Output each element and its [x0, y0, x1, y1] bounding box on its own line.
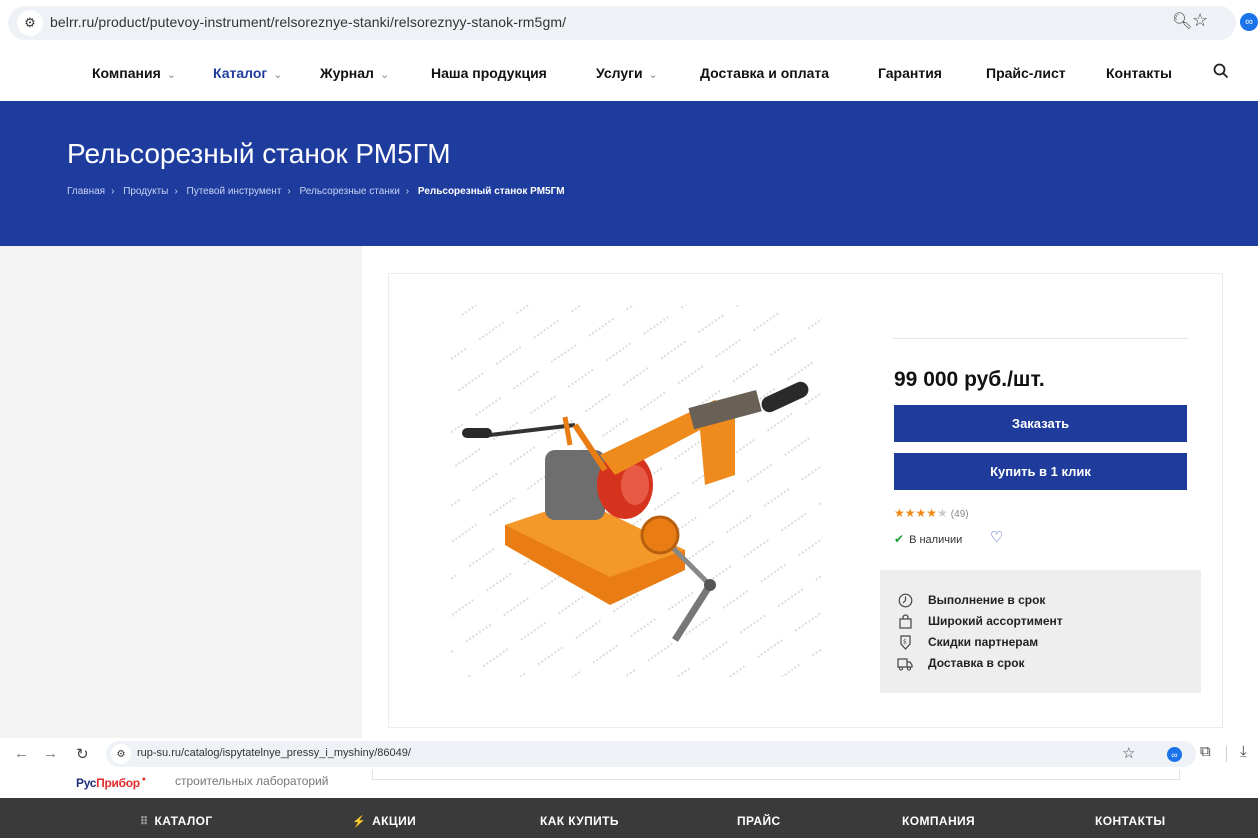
grid-menu-icon: ⠿ [140, 816, 149, 828]
site2-tagline: строительных лабораторий [175, 774, 329, 788]
clock-icon [897, 592, 913, 608]
site2-nav-price[interactable]: ПРАЙС [737, 814, 781, 828]
browser-toolbar: ⚙ belrr.ru/product/putevoy-instrument/re… [0, 0, 1258, 47]
page-hero: Рельсорезный станок РМ5ГМ Главная › Проду… [0, 101, 1258, 246]
breadcrumb-item[interactable]: Путевой инструмент [187, 186, 282, 197]
chevron-down-icon: ⌄ [166, 69, 176, 81]
bookmark-star-icon[interactable]: ☆ [1122, 744, 1135, 762]
nav-item-journal[interactable]: Журнал ⌄ [320, 65, 389, 81]
search-icon[interactable] [1213, 63, 1229, 84]
chevron-down-icon: ⌄ [379, 69, 390, 81]
nav-item-services[interactable]: Услуги ⌄ [596, 65, 658, 81]
lightning-icon: ⚡ [352, 816, 367, 828]
rating-count: (49) [950, 509, 969, 520]
zoom-icon[interactable]: 🔍︎ [1172, 11, 1192, 31]
extensions-puzzle-icon[interactable]: ⧉ [1200, 743, 1211, 760]
main-nav: Компания ⌄ Каталог ⌄ Журнал ⌄ Наша продукци… [0, 47, 1258, 101]
discount-tag-icon: $ [897, 634, 913, 650]
nav-item-catalog[interactable]: Каталог ⌄ [213, 65, 282, 81]
nav-item-company[interactable]: Компания ⌄ [92, 65, 176, 81]
star-empty-icon: ★ [937, 506, 948, 520]
address-url-2[interactable]: rup-su.ru/catalog/ispytatelnye_pressy_i_… [137, 747, 411, 759]
product-price: 99 000 руб./шт. [894, 368, 1045, 391]
order-button[interactable]: Заказать [894, 405, 1187, 442]
breadcrumb: Главная › Продукты › Путевой инструмент › Р… [67, 186, 565, 197]
nav-item-delivery[interactable]: Доставка и оплата [700, 65, 829, 81]
feature-item: Выполнение в срок [897, 592, 1045, 608]
nav-item-pricelist[interactable]: Прайс-лист [986, 65, 1066, 81]
extension-icon[interactable]: ∞ [1167, 747, 1182, 762]
search-box-edge [372, 770, 1180, 780]
site2-nav-company[interactable]: КОМПАНИЯ [902, 814, 975, 828]
site-info-icon[interactable]: ⚙ [17, 10, 43, 36]
favorite-heart-icon[interactable]: ♡ [990, 528, 1003, 546]
stock-label: В наличии [909, 534, 963, 546]
bookmark-star-icon[interactable]: ☆ [1192, 10, 1208, 31]
download-icon[interactable]: ⤓ [1240, 743, 1247, 760]
breadcrumb-item[interactable]: Главная [67, 186, 105, 197]
toolbar-divider [1226, 746, 1227, 762]
product-image[interactable] [450, 305, 822, 677]
browser-toolbar-2: ← → ↻ ⚙ rup-su.ru/catalog/ispytatelnye_p… [0, 738, 1258, 770]
extension-icon[interactable]: ∞ [1240, 13, 1258, 31]
checkmark-icon: ✔ [894, 532, 905, 546]
site2-nav-how-to-buy[interactable]: КАК КУПИТЬ [540, 814, 619, 828]
breadcrumb-item[interactable]: Продукты [123, 186, 168, 197]
svg-text:$: $ [903, 638, 907, 645]
feature-item: $ Скидки партнерам [897, 634, 1038, 650]
site-info-icon[interactable]: ⚙ [111, 744, 131, 764]
left-sidebar [0, 246, 362, 738]
delivery-truck-icon [897, 655, 913, 671]
site2-nav-promotions[interactable]: ⚡ АКЦИИ [352, 814, 416, 828]
site2-nav-contacts[interactable]: КОНТАКТЫ [1095, 814, 1165, 828]
nav-item-our-products[interactable]: Наша продукция [431, 65, 547, 81]
forward-arrow-icon[interactable]: → [43, 745, 58, 762]
divider [893, 338, 1188, 339]
feature-item: Широкий ассортимент [897, 613, 1063, 629]
page-title: Рельсорезный станок РМ5ГМ [67, 138, 451, 169]
feature-item: Доставка в срок [897, 655, 1025, 671]
site2-logo[interactable]: РусПрибор ● [76, 776, 146, 790]
breadcrumb-current: Рельсорезный станок РМ5ГМ [417, 186, 565, 197]
back-arrow-icon[interactable]: ← [14, 745, 29, 762]
address-url[interactable]: belrr.ru/product/putevoy-instrument/rels… [50, 14, 566, 30]
chevron-down-icon: ⌄ [273, 69, 283, 81]
site2-nav-catalog[interactable]: ⠿ КАТАЛОГ [140, 814, 213, 828]
star-filled-icon: ★★★★ [894, 506, 938, 520]
shopping-bag-icon [897, 613, 913, 629]
site2-nav: ⠿ КАТАЛОГ ⚡ АКЦИИ КАК КУПИТЬ ПРАЙС КОМПАНИ… [0, 798, 1258, 838]
nav-item-warranty[interactable]: Гарантия [878, 65, 942, 81]
chevron-down-icon: ⌄ [648, 69, 658, 81]
site2-header: РусПрибор ● строительных лабораторий [0, 770, 1258, 798]
buy-one-click-button[interactable]: Купить в 1 клик [894, 453, 1187, 490]
breadcrumb-item[interactable]: Рельсорезные станки [300, 186, 400, 197]
reload-icon[interactable]: ↻ [76, 745, 89, 763]
stock-status: ✔ В наличии [894, 532, 962, 546]
features-box: Выполнение в срок Широкий ассортимент $ … [880, 570, 1201, 693]
nav-item-contacts[interactable]: Контакты [1106, 65, 1172, 81]
product-rating[interactable]: ★★★★★ (49) [894, 506, 969, 520]
